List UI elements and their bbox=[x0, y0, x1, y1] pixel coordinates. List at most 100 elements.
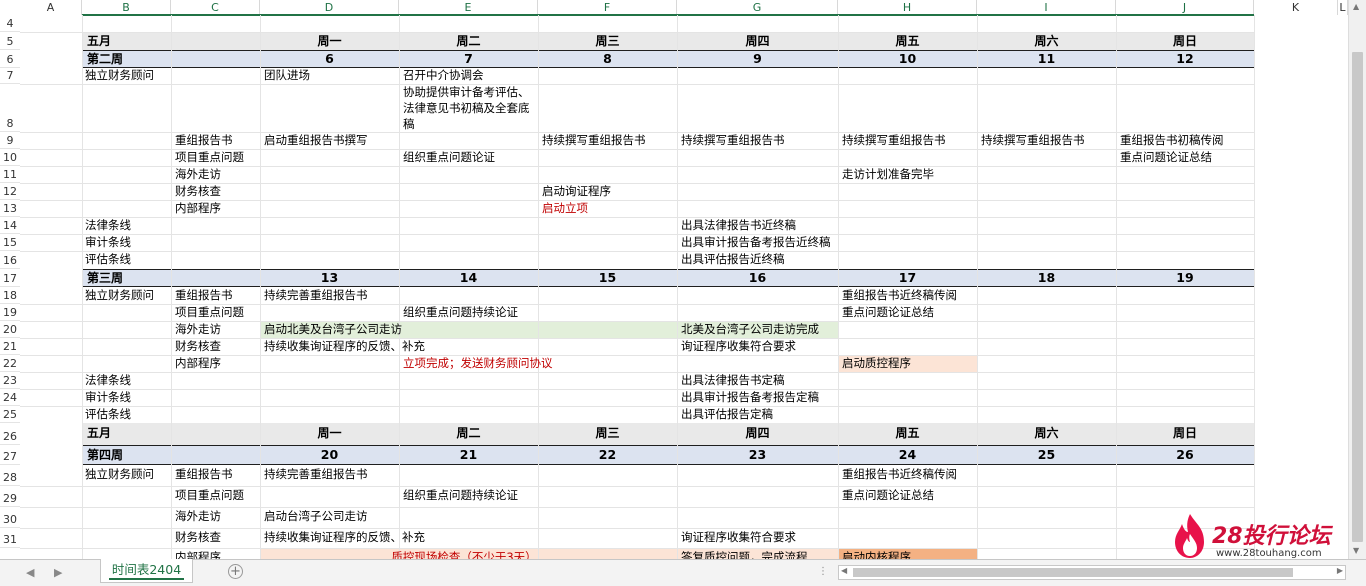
cell-c21[interactable]: 财务核查 bbox=[175, 338, 221, 354]
row-header[interactable]: 30 bbox=[0, 507, 20, 528]
row-header[interactable]: 20 bbox=[0, 321, 20, 338]
spreadsheet-grid[interactable]: A B C D E F G H I J K L 4 5 6 7 8 9 10 1… bbox=[0, 0, 1366, 559]
row-header[interactable]: 18 bbox=[0, 287, 20, 304]
row-header[interactable]: 21 bbox=[0, 338, 20, 355]
cell-h32[interactable]: 启动内核程序 bbox=[842, 549, 911, 559]
cell-g16[interactable]: 出具评估报告近终稿 bbox=[681, 251, 785, 267]
column-header-C[interactable]: C bbox=[171, 0, 260, 15]
scrollbar-thumb[interactable] bbox=[1352, 52, 1363, 542]
row-header[interactable]: 31 bbox=[0, 528, 20, 548]
cell-b28[interactable]: 独立财务顾问 bbox=[85, 466, 154, 482]
cell-h22[interactable]: 启动质控程序 bbox=[842, 355, 911, 371]
column-header-D[interactable]: D bbox=[260, 0, 399, 15]
cell-g31[interactable]: 询证程序收集符合要求 bbox=[681, 529, 796, 545]
row-header[interactable]: 10 bbox=[0, 149, 20, 166]
cell-c22[interactable]: 内部程序 bbox=[175, 355, 221, 371]
column-header-H[interactable]: H bbox=[838, 0, 977, 15]
row-header[interactable]: 23 bbox=[0, 372, 20, 389]
row-header[interactable]: 24 bbox=[0, 389, 20, 406]
row-header[interactable]: 4 bbox=[0, 15, 20, 32]
cell-e19[interactable]: 组织重点问题持续论证 bbox=[403, 304, 518, 320]
cell-b24[interactable]: 审计条线 bbox=[85, 389, 131, 405]
column-header-F[interactable]: F bbox=[538, 0, 677, 15]
cell-c11[interactable]: 海外走访 bbox=[175, 166, 221, 182]
cell-j10[interactable]: 重点问题论证总结 bbox=[1120, 149, 1212, 165]
more-icon[interactable]: ⋮ bbox=[818, 566, 828, 577]
scroll-left-icon[interactable]: ◀ bbox=[841, 566, 847, 575]
add-sheet-icon[interactable]: + bbox=[228, 564, 243, 579]
row-header[interactable]: 27 bbox=[0, 445, 20, 465]
next-sheet-icon[interactable]: ▶ bbox=[54, 566, 62, 579]
cell-g25[interactable]: 出具评估报告定稿 bbox=[681, 406, 773, 422]
row-header[interactable]: 13 bbox=[0, 200, 20, 217]
row-header[interactable]: 17 bbox=[0, 269, 20, 287]
cell-g20[interactable]: 北美及台湾子公司走访完成 bbox=[681, 321, 819, 337]
cell-c32[interactable]: 内部程序 bbox=[175, 549, 221, 559]
column-header-G[interactable]: G bbox=[677, 0, 838, 15]
column-header-E[interactable]: E bbox=[399, 0, 538, 15]
row-header[interactable]: 25 bbox=[0, 406, 20, 423]
row-header[interactable]: 26 bbox=[0, 423, 20, 445]
cell-c28[interactable]: 重组报告书 bbox=[175, 466, 233, 482]
scroll-down-icon[interactable]: ▼ bbox=[1353, 546, 1359, 555]
cell-g14[interactable]: 出具法律报告书近终稿 bbox=[681, 217, 796, 233]
cell-f9[interactable]: 持续撰写重组报告书 bbox=[542, 132, 646, 148]
cell-d9[interactable]: 启动重组报告书撰写 bbox=[264, 132, 368, 148]
cell-c20[interactable]: 海外走访 bbox=[175, 321, 221, 337]
column-header-K[interactable]: K bbox=[1254, 0, 1338, 15]
vertical-scrollbar[interactable]: ▲ ▼ bbox=[1348, 0, 1366, 559]
row-header[interactable]: 28 bbox=[0, 465, 20, 486]
row-header[interactable]: 16 bbox=[0, 251, 20, 269]
cell-d18[interactable]: 持续完善重组报告书 bbox=[264, 287, 368, 303]
cell-h29[interactable]: 重点问题论证总结 bbox=[842, 487, 934, 503]
cell-j9[interactable]: 重组报告书初稿传阅 bbox=[1120, 132, 1224, 148]
cell-g15[interactable]: 出具审计报告备考报告近终稿 bbox=[681, 234, 831, 250]
cell-d32[interactable]: 质控现场检查（不少于3天） bbox=[264, 549, 664, 559]
scrollbar-thumb[interactable] bbox=[853, 568, 1293, 577]
cell-d21[interactable]: 持续收集询证程序的反馈、补充 bbox=[264, 338, 425, 354]
cell-b23[interactable]: 法律条线 bbox=[85, 372, 131, 388]
cell-b7[interactable]: 独立财务顾问 bbox=[85, 67, 154, 83]
row-header[interactable]: 15 bbox=[0, 234, 20, 251]
scroll-up-icon[interactable]: ▲ bbox=[1353, 2, 1359, 11]
cell-d30[interactable]: 启动台湾子公司走访 bbox=[264, 508, 368, 524]
cell-e29[interactable]: 组织重点问题持续论证 bbox=[403, 487, 518, 503]
column-header-I[interactable]: I bbox=[977, 0, 1116, 15]
cell-h11[interactable]: 走访计划准备完毕 bbox=[842, 166, 934, 182]
cell-b25[interactable]: 评估条线 bbox=[85, 406, 131, 422]
cell-e8[interactable]: 协助提供审计备考评估、法律意见书初稿及全套底稿 bbox=[403, 84, 533, 132]
cell-c10[interactable]: 项目重点问题 bbox=[175, 149, 244, 165]
cell-f12[interactable]: 启动询证程序 bbox=[542, 183, 611, 199]
cell-g23[interactable]: 出具法律报告书定稿 bbox=[681, 372, 785, 388]
row-header[interactable]: 14 bbox=[0, 217, 20, 234]
row-header[interactable]: 12 bbox=[0, 183, 20, 200]
cell-e10[interactable]: 组织重点问题论证 bbox=[403, 149, 495, 165]
cell-b14[interactable]: 法律条线 bbox=[85, 217, 131, 233]
cell-c29[interactable]: 项目重点问题 bbox=[175, 487, 244, 503]
cell-b16[interactable]: 评估条线 bbox=[85, 251, 131, 267]
cell-h18[interactable]: 重组报告书近终稿传阅 bbox=[842, 287, 957, 303]
cell-f13[interactable]: 启动立项 bbox=[542, 200, 588, 216]
tab-sheet-active[interactable]: 时间表2404 bbox=[100, 559, 193, 583]
column-header-L[interactable]: L bbox=[1338, 0, 1348, 15]
cell-i9[interactable]: 持续撰写重组报告书 bbox=[981, 132, 1085, 148]
row-header[interactable]: 29 bbox=[0, 486, 20, 507]
column-header-A[interactable]: A bbox=[20, 0, 82, 15]
cell-d7[interactable]: 团队进场 bbox=[264, 67, 310, 83]
cell-c13[interactable]: 内部程序 bbox=[175, 200, 221, 216]
cell-g9[interactable]: 持续撰写重组报告书 bbox=[681, 132, 785, 148]
row-header[interactable]: 8 bbox=[0, 84, 20, 132]
column-header-J[interactable]: J bbox=[1116, 0, 1254, 15]
row-header[interactable]: 11 bbox=[0, 166, 20, 183]
cell-b15[interactable]: 审计条线 bbox=[85, 234, 131, 250]
scroll-right-icon[interactable]: ▶ bbox=[1337, 566, 1343, 575]
cell-d28[interactable]: 持续完善重组报告书 bbox=[264, 466, 368, 482]
cell-h19[interactable]: 重点问题论证总结 bbox=[842, 304, 934, 320]
cell-c19[interactable]: 项目重点问题 bbox=[175, 304, 244, 320]
cell-g32[interactable]: 答复质控问题，完成流程 bbox=[681, 549, 808, 559]
row-header[interactable]: 19 bbox=[0, 304, 20, 321]
row-header[interactable]: 9 bbox=[0, 132, 20, 149]
cell-c9[interactable]: 重组报告书 bbox=[175, 132, 233, 148]
cell-d31[interactable]: 持续收集询证程序的反馈、补充 bbox=[264, 529, 425, 545]
cell-c30[interactable]: 海外走访 bbox=[175, 508, 221, 524]
